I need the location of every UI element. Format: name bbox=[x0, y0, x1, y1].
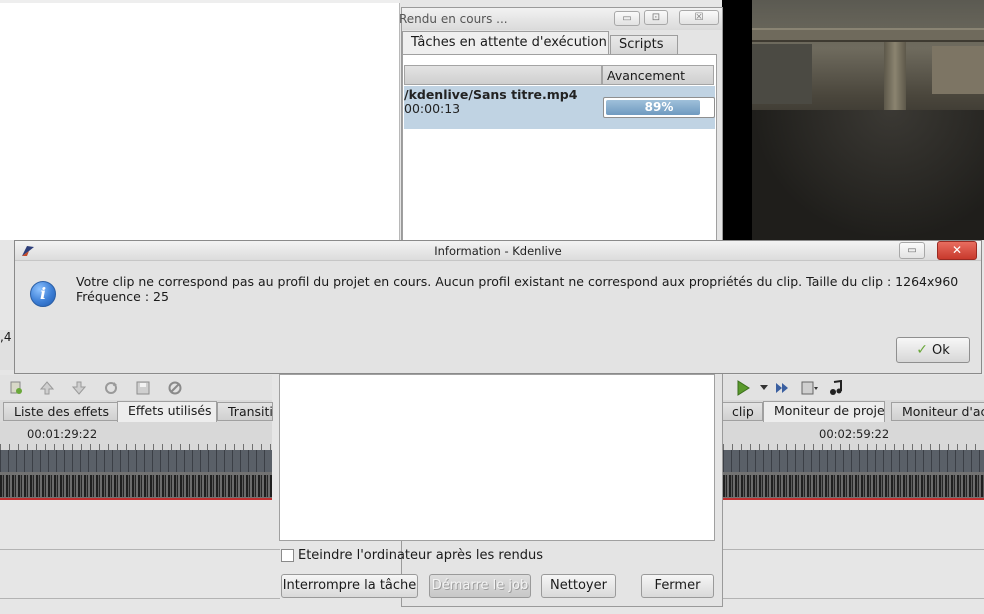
ok-button-label: Ok bbox=[931, 343, 950, 358]
job-file-path: /kdenlive/Sans titre.mp4 bbox=[404, 87, 578, 102]
track-divider bbox=[0, 598, 280, 599]
track-divider bbox=[723, 549, 984, 550]
dialog-message-line: Votre clip ne correspond pas au profil d… bbox=[76, 274, 959, 289]
audio-icon[interactable] bbox=[829, 379, 843, 396]
tab-scripts[interactable]: Scripts bbox=[610, 35, 678, 54]
panel-top-border bbox=[0, 0, 400, 3]
minimize-button[interactable]: ▭ bbox=[614, 11, 640, 26]
project-bin-area bbox=[0, 0, 400, 240]
information-icon: i bbox=[30, 281, 56, 307]
track-divider bbox=[0, 549, 280, 550]
start-job-button[interactable]: Démarre le job bbox=[429, 574, 531, 598]
information-dialog: Information - Kdenlive ▭ ✕ i Votre clip … bbox=[14, 240, 982, 374]
render-job-row[interactable]: /kdenlive/Sans titre.mp4 00:00:13 89% bbox=[404, 86, 715, 129]
left-panel-fragment: ,4 bbox=[0, 330, 14, 370]
job-progress-bar: 89% bbox=[603, 97, 715, 118]
audio-track[interactable] bbox=[723, 472, 984, 500]
left-dock-tabs: Liste des effets Effets utilisés Transit… bbox=[0, 400, 273, 422]
arrow-up-icon[interactable] bbox=[39, 381, 55, 395]
dialog-message-line: Fréquence : 25 bbox=[76, 289, 169, 304]
clean-up-button[interactable]: Nettoyer bbox=[541, 574, 616, 598]
fragment-text: ,4 bbox=[0, 330, 12, 344]
video-monitor-frame bbox=[752, 0, 984, 240]
tab-transitions[interactable]: Transiti bbox=[217, 402, 273, 421]
tab-clip-monitor[interactable]: clip bbox=[721, 402, 763, 421]
shutdown-checkbox[interactable] bbox=[281, 549, 294, 562]
close-button[interactable]: ☒ bbox=[679, 10, 719, 25]
tab-effect-list[interactable]: Liste des effets bbox=[3, 402, 118, 421]
timeline-ruler-left[interactable]: 00:01:29:22 bbox=[0, 422, 272, 450]
video-building bbox=[752, 44, 812, 104]
audio-track[interactable] bbox=[0, 472, 272, 500]
ruler-timecode: 00:02:59:22 bbox=[819, 427, 890, 441]
monitor-toolbar bbox=[723, 375, 984, 400]
play-icon[interactable] bbox=[735, 380, 751, 396]
tab-used-effects[interactable]: Effets utilisés bbox=[117, 401, 217, 422]
checkmark-icon: ✓ bbox=[916, 342, 928, 358]
tab-capture-monitor[interactable]: Moniteur d'acq bbox=[891, 402, 984, 421]
dropdown-icon[interactable] bbox=[757, 382, 771, 396]
audio-waveform bbox=[723, 475, 984, 497]
dialog-title: Information - Kdenlive bbox=[434, 244, 562, 258]
ruler-timecode: 00:01:29:22 bbox=[27, 427, 98, 441]
progress-label: 89% bbox=[644, 100, 674, 114]
video-track[interactable] bbox=[723, 450, 984, 472]
audio-waveform bbox=[0, 475, 272, 497]
video-road bbox=[752, 110, 984, 240]
timeline-lower-area bbox=[723, 500, 984, 614]
video-track[interactable] bbox=[0, 450, 272, 472]
video-building bbox=[932, 46, 984, 94]
reset-icon[interactable] bbox=[104, 381, 118, 395]
job-elapsed-time: 00:00:13 bbox=[404, 101, 461, 116]
clip-menu-icon[interactable] bbox=[801, 380, 819, 396]
video-pillar bbox=[884, 42, 906, 112]
close-render-button[interactable]: Fermer bbox=[641, 574, 714, 598]
ok-button[interactable]: ✓ Ok bbox=[896, 337, 970, 363]
fast-forward-icon[interactable] bbox=[775, 381, 789, 395]
arrow-down-icon[interactable] bbox=[71, 381, 87, 395]
render-job-list[interactable]: Avancement /kdenlive/Sans titre.mp4 00:0… bbox=[402, 54, 717, 241]
stop-job-button[interactable]: Interrompre la tâche bbox=[281, 574, 418, 598]
column-header-file[interactable] bbox=[404, 65, 602, 85]
column-header-progress[interactable]: Avancement bbox=[602, 65, 714, 85]
shutdown-checkbox-label: Eteindre l'ordinateur après les rendus bbox=[298, 548, 543, 563]
render-log-area[interactable] bbox=[279, 374, 715, 541]
timeline-ruler-right[interactable]: 00:02:59:22 bbox=[723, 422, 984, 450]
tab-pending-jobs[interactable]: Tâches en attente d'exécution bbox=[402, 31, 609, 54]
track-divider bbox=[723, 598, 984, 599]
right-dock-tabs: clip Moniteur de projet Moniteur d'acq bbox=[721, 400, 984, 422]
minimize-button[interactable]: ▭ bbox=[899, 242, 925, 259]
tab-project-monitor[interactable]: Moniteur de projet bbox=[763, 401, 885, 422]
maximize-button[interactable]: ⊡ bbox=[644, 10, 668, 25]
save-icon[interactable] bbox=[136, 381, 150, 395]
timeline-lower-area bbox=[0, 500, 280, 614]
disable-icon[interactable] bbox=[168, 381, 182, 395]
render-titlebar[interactable]: Rendu en cours ... ▭ ⊡ ☒ bbox=[399, 8, 722, 30]
effect-stack-toolbar bbox=[0, 375, 272, 400]
add-effect-icon[interactable] bbox=[9, 381, 23, 395]
dialog-titlebar[interactable]: Information - Kdenlive ▭ ✕ bbox=[15, 241, 981, 261]
video-bridge bbox=[752, 28, 984, 42]
render-window-title: Rendu en cours ... bbox=[399, 12, 508, 26]
close-button[interactable]: ✕ bbox=[937, 241, 977, 260]
